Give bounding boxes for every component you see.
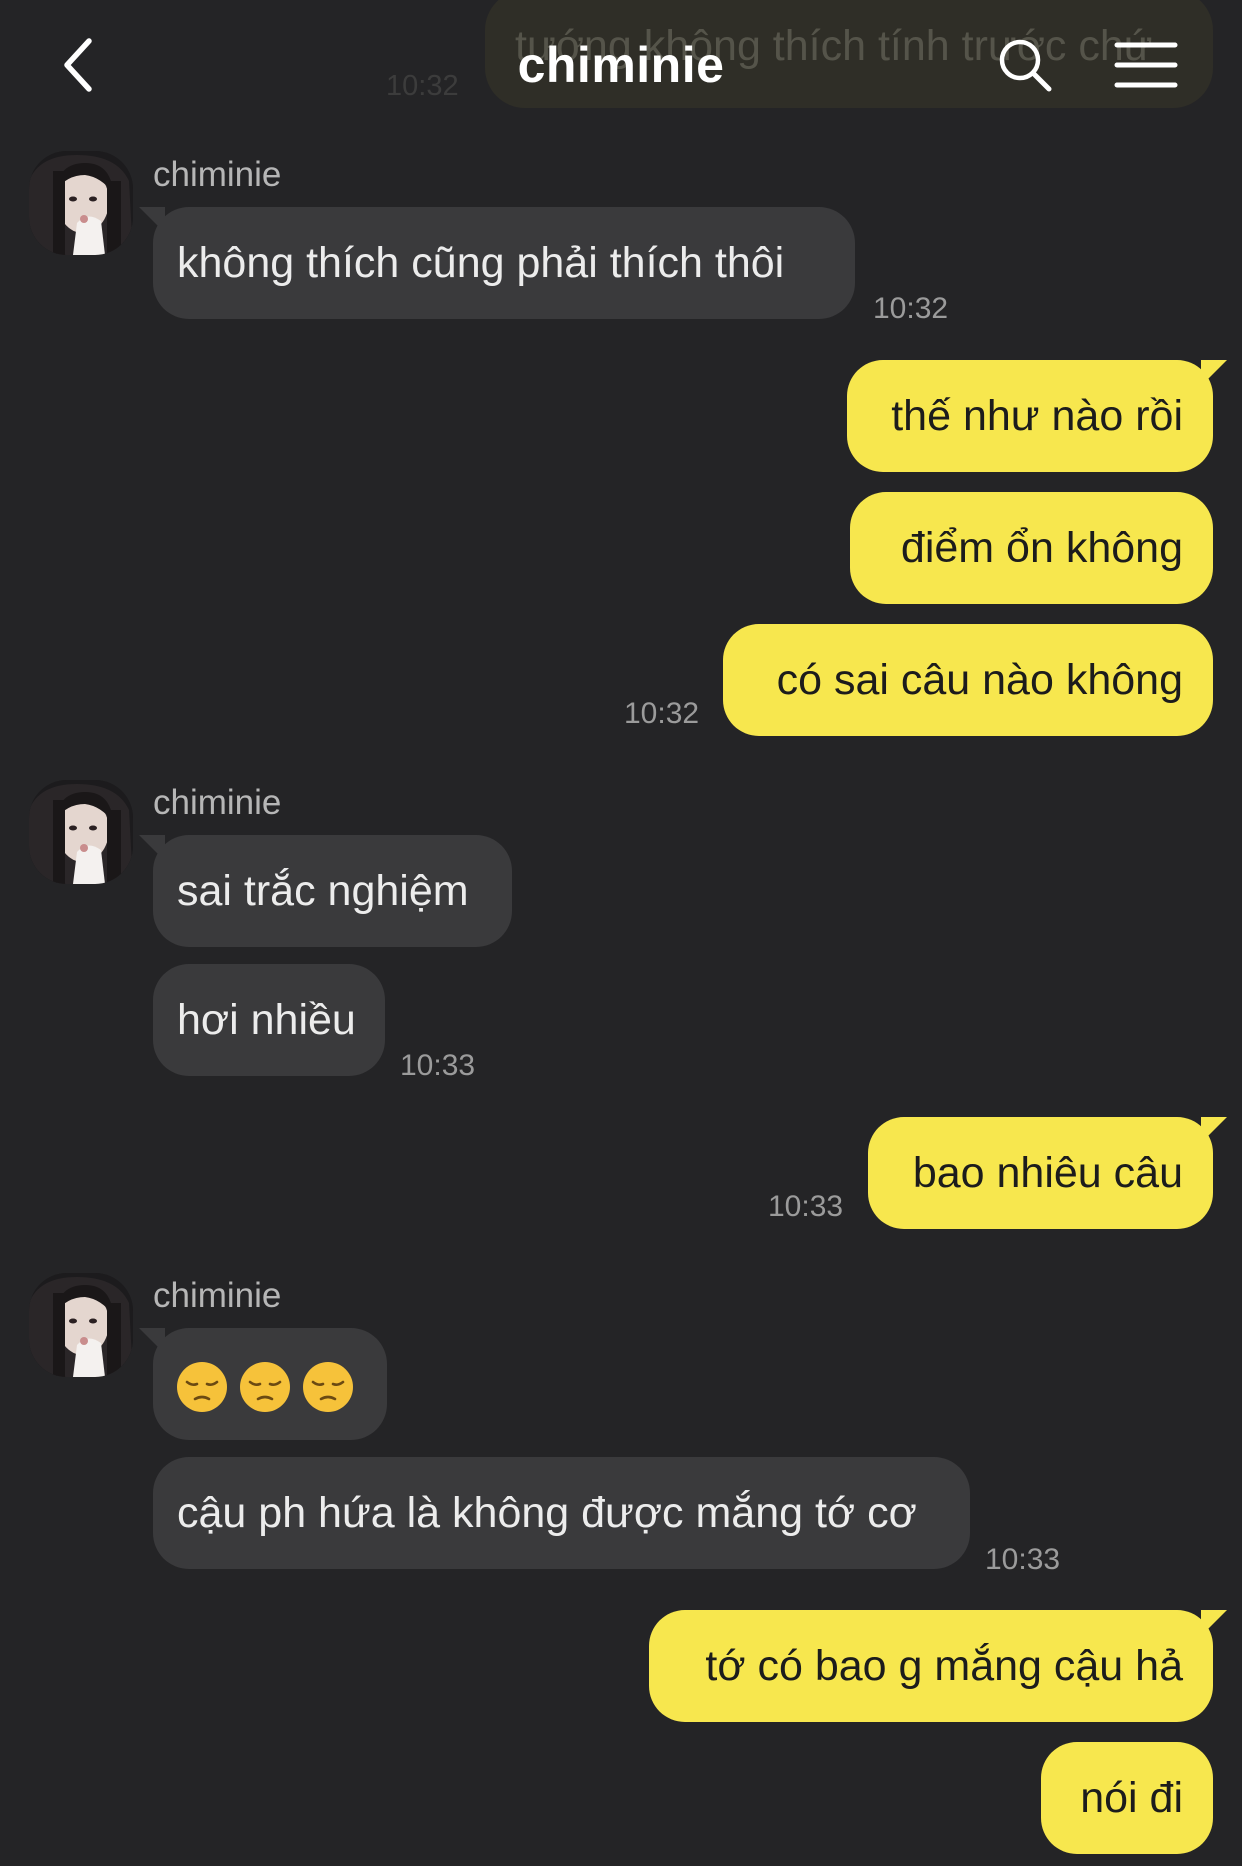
outgoing-message-bubble[interactable]: bao nhiêu câu bbox=[868, 1117, 1227, 1229]
incoming-message-bubble[interactable] bbox=[139, 1328, 387, 1440]
sender-name: chiminie bbox=[153, 155, 282, 194]
outgoing-message-bubble[interactable]: nói đi bbox=[1041, 1742, 1213, 1854]
pensive-face-icon bbox=[177, 1361, 227, 1412]
incoming-message-bubble[interactable]: không thích cũng phải thích thôi bbox=[139, 207, 855, 319]
message-text: bao nhiêu câu bbox=[912, 1149, 1183, 1197]
message-text: có sai câu nào không bbox=[776, 656, 1183, 704]
message-time: 10:33 bbox=[985, 1543, 1061, 1576]
message-text: cậu ph hứa là không được mắng tớ cơ bbox=[177, 1489, 917, 1537]
pensive-face-icon bbox=[240, 1361, 290, 1412]
avatar-photo bbox=[29, 1273, 133, 1377]
chat-header: tướng không thích tính trước chứ 10:32 c… bbox=[0, 0, 1242, 120]
outgoing-message-bubble[interactable]: điểm ổn không bbox=[850, 492, 1213, 604]
avatar[interactable] bbox=[29, 780, 133, 884]
message-text: tớ có bao g mắng cậu hả bbox=[705, 1642, 1183, 1690]
outgoing-message-bubble[interactable]: có sai câu nào không bbox=[723, 624, 1213, 736]
avatar-photo bbox=[29, 780, 133, 884]
pensive-face-icon bbox=[303, 1361, 353, 1412]
avatar[interactable] bbox=[29, 1273, 133, 1377]
message-text: điểm ổn không bbox=[900, 524, 1183, 572]
message-text: hơi nhiều bbox=[177, 996, 356, 1044]
search-icon bbox=[999, 39, 1052, 92]
message-text: nói đi bbox=[1080, 1774, 1183, 1822]
outgoing-message-bubble[interactable]: tớ có bao g mắng cậu hả bbox=[649, 1610, 1227, 1722]
outgoing-message-bubble[interactable]: thế như nào rồi bbox=[847, 360, 1227, 472]
avatar[interactable] bbox=[29, 151, 133, 255]
message-time: 10:33 bbox=[768, 1190, 844, 1223]
message-text: sai trắc nghiệm bbox=[177, 867, 469, 915]
message-text: không thích cũng phải thích thôi bbox=[177, 239, 785, 287]
message-time: 10:32 bbox=[873, 292, 949, 325]
sender-name: chiminie bbox=[153, 1276, 282, 1315]
hamburger-menu-icon bbox=[1114, 42, 1178, 88]
message-list[interactable]: chiminie không thích cũng phải thích thô… bbox=[0, 0, 1242, 1866]
search-button[interactable] bbox=[990, 30, 1060, 100]
message-text: thế như nào rồi bbox=[891, 392, 1183, 440]
message-time: 10:33 bbox=[400, 1049, 476, 1082]
incoming-message-bubble[interactable]: sai trắc nghiệm bbox=[139, 835, 512, 947]
incoming-message-bubble[interactable]: hơi nhiều bbox=[153, 964, 385, 1076]
avatar-photo bbox=[29, 151, 133, 255]
menu-button[interactable] bbox=[1110, 30, 1182, 100]
sender-name: chiminie bbox=[153, 783, 282, 822]
incoming-message-bubble[interactable]: cậu ph hứa là không được mắng tớ cơ bbox=[153, 1457, 970, 1569]
message-time: 10:32 bbox=[624, 697, 700, 730]
